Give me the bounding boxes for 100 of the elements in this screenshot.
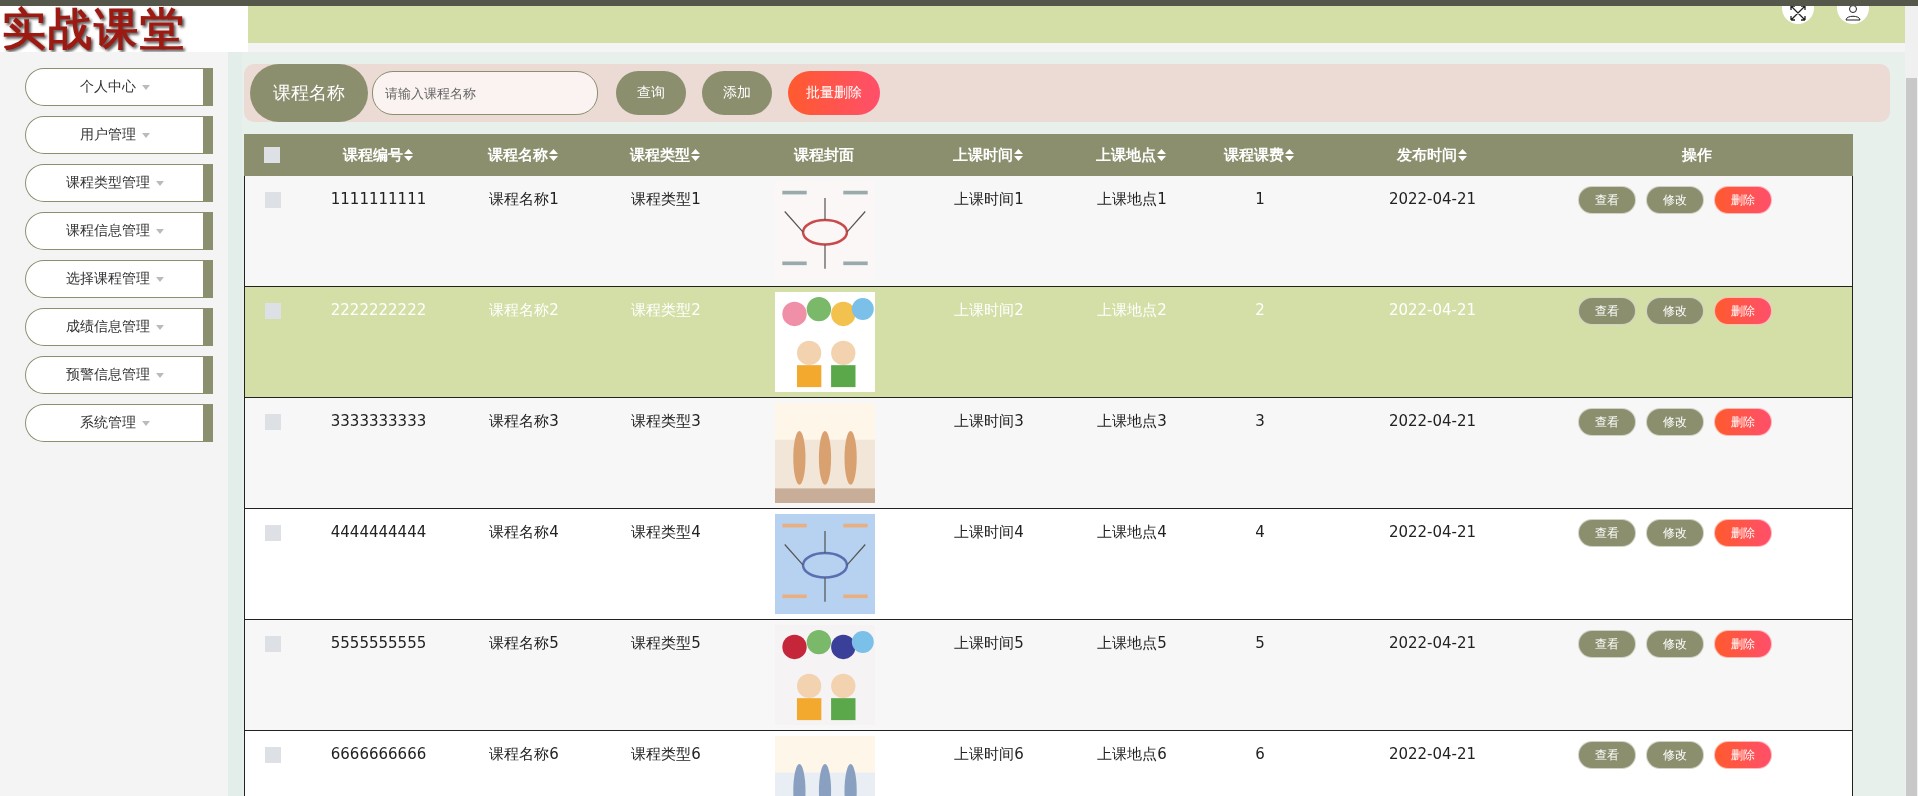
toolbar-button[interactable]: 添加 (702, 71, 772, 115)
table-cell-text: 上课时间4 (953, 522, 1025, 543)
table-cell-text: 6 (1254, 744, 1266, 765)
toolbar-button[interactable]: 查询 (616, 71, 686, 115)
delete-button[interactable]: 删除 (1714, 297, 1772, 325)
sidebar-item[interactable]: 成绩信息管理 (25, 308, 213, 346)
table-cell-text: 上课地点2 (1096, 300, 1168, 321)
table-cell-text: 上课地点5 (1096, 633, 1168, 654)
table-cell-text: 2022-04-21 (1387, 522, 1478, 543)
sidebar-item[interactable]: 课程类型管理 (25, 164, 213, 202)
checkbox[interactable] (265, 747, 281, 763)
table-cell-text: 课程类型4 (630, 522, 702, 543)
batch-delete-button[interactable]: 批量删除 (788, 71, 880, 115)
action-button[interactable]: 查看 (1578, 186, 1636, 214)
action-button[interactable]: 查看 (1578, 408, 1636, 436)
column-header[interactable]: 上课时间 (953, 145, 1013, 165)
sort-icon[interactable] (1457, 149, 1467, 161)
table-cell-text: 2022-04-21 (1387, 189, 1478, 210)
delete-button[interactable]: 删除 (1714, 408, 1772, 436)
table-row[interactable]: 3333333333 课程名称3 课程类型3 上课时间3 上课地点3 3 2022-04-21 查看 修改 删除 (244, 398, 1853, 509)
caret-icon (155, 180, 164, 186)
checkbox[interactable] (265, 525, 281, 541)
delete-button[interactable]: 删除 (1714, 630, 1772, 658)
checkbox[interactable] (264, 147, 280, 163)
sort-icon[interactable] (1014, 149, 1023, 161)
action-button[interactable]: 修改 (1646, 741, 1704, 769)
table-cell-text: 上课时间6 (953, 744, 1025, 765)
action-button[interactable]: 查看 (1578, 297, 1636, 325)
table-cell-text: 课程名称1 (488, 189, 560, 210)
table-cell-text: 上课时间5 (953, 633, 1025, 654)
column-header[interactable]: 课程名称 (488, 145, 548, 165)
delete-button[interactable]: 删除 (1714, 519, 1772, 547)
action-button[interactable]: 修改 (1646, 630, 1704, 658)
table-cell-text: 2022-04-21 (1387, 633, 1478, 654)
checkbox[interactable] (265, 192, 281, 208)
sort-icon[interactable] (691, 149, 700, 161)
table-cell-text: 课程类型3 (630, 411, 702, 432)
table-row[interactable]: 2222222222 课程名称2 课程类型2 上课时间2 上课地点2 2 2022-04-21 查看 修改 删除 (244, 287, 1853, 398)
table-cell-text: 上课时间1 (953, 189, 1025, 210)
table-cell-text: 课程名称4 (488, 522, 560, 543)
column-header[interactable]: 课程类型 (630, 145, 690, 165)
table-cell-text: 课程名称6 (488, 744, 560, 765)
column-header[interactable]: 课程课费 (1224, 145, 1284, 165)
action-button[interactable]: 查看 (1578, 519, 1636, 547)
table-cell-text: 课程类型6 (630, 744, 702, 765)
table-cell-text: 课程类型1 (630, 189, 702, 210)
table-cell-text: 课程名称3 (488, 411, 560, 432)
scrollbar[interactable] (1905, 6, 1918, 796)
table-cell-text: 课程类型5 (630, 633, 702, 654)
sidebar-item[interactable]: 用户管理 (25, 116, 213, 154)
table-row[interactable]: 1111111111 课程名称1 课程类型1 上课时间1 上课地点1 1 2022-04-21 查看 修改 删除 (244, 176, 1853, 287)
table-row[interactable]: 5555555555 课程名称5 课程类型5 上课时间5 上课地点5 5 2022-04-21 查看 修改 删除 (244, 620, 1853, 731)
delete-button[interactable]: 删除 (1714, 741, 1772, 769)
table-cell-text: 4444444444 (329, 522, 428, 543)
action-button[interactable]: 修改 (1646, 519, 1704, 547)
table-row[interactable]: 6666666666 课程名称6 课程类型6 上课时间6 上课地点6 6 2022-04-21 查看 修改 删除 (244, 731, 1853, 796)
table-cell-text: 1111111111 (329, 189, 428, 210)
sort-icon[interactable] (1285, 149, 1294, 161)
table-cell-text: 2022-04-21 (1387, 744, 1478, 765)
table-cell-text: 2022-04-21 (1387, 411, 1478, 432)
caret-icon (141, 84, 150, 90)
sort-icon[interactable] (549, 149, 558, 161)
search-field[interactable]: 请输入课程名称 (372, 71, 598, 115)
caret-icon (141, 420, 150, 426)
table-cell-text: 4 (1254, 522, 1266, 543)
table-cell-text: 上课地点6 (1096, 744, 1168, 765)
action-button[interactable]: 修改 (1646, 408, 1704, 436)
sidebar-item[interactable]: 预警信息管理 (25, 356, 213, 394)
table-cell-text: 上课时间3 (953, 411, 1025, 432)
action-button[interactable]: 查看 (1578, 630, 1636, 658)
sort-icon[interactable] (403, 149, 413, 161)
table-cell-text: 课程名称5 (488, 633, 560, 654)
table-cell-text: 6666666666 (329, 744, 428, 765)
sidebar-item[interactable]: 课程信息管理 (25, 212, 213, 250)
sidebar-item[interactable]: 选择课程管理 (25, 260, 213, 298)
action-button[interactable]: 查看 (1578, 741, 1636, 769)
column-header: 操作 (1681, 145, 1712, 165)
sort-icon[interactable] (1157, 149, 1166, 161)
table-cell-text: 5555555555 (329, 633, 428, 654)
table-cell-text: 课程类型2 (630, 300, 702, 321)
table-cell-text: 上课地点1 (1096, 189, 1168, 210)
table-row[interactable]: 4444444444 课程名称4 课程类型4 上课时间4 上课地点4 4 2022-04-21 查看 修改 删除 (244, 509, 1853, 620)
column-header: 课程封面 (794, 145, 854, 165)
caret-icon (155, 228, 164, 234)
checkbox[interactable] (265, 303, 281, 319)
checkbox[interactable] (265, 414, 281, 430)
checkbox[interactable] (265, 636, 281, 652)
table-cell-text: 上课地点4 (1096, 522, 1168, 543)
column-header[interactable]: 发布时间 (1396, 145, 1457, 165)
sidebar-item[interactable]: 系统管理 (25, 404, 213, 442)
column-header[interactable]: 上课地点 (1096, 145, 1156, 165)
caret-icon (155, 372, 164, 378)
delete-button[interactable]: 删除 (1714, 186, 1772, 214)
column-header[interactable]: 课程编号 (342, 145, 403, 165)
action-button[interactable]: 修改 (1646, 186, 1704, 214)
action-button[interactable]: 修改 (1646, 297, 1704, 325)
table-cell-text: 上课地点3 (1096, 411, 1168, 432)
caret-icon (155, 324, 164, 330)
table-cell-text: 2022-04-21 (1387, 300, 1478, 321)
sidebar-item[interactable]: 个人中心 (25, 68, 213, 106)
